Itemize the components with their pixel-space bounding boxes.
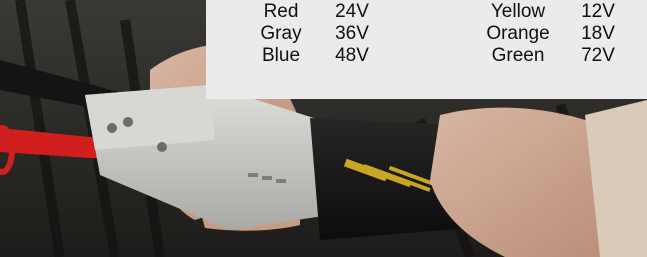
color-cell: Red <box>263 1 299 22</box>
color-cell: Gray <box>260 23 302 44</box>
voltage-cell: 18V <box>581 23 615 44</box>
table-row: Gray 36V Orange 18V <box>206 23 647 45</box>
color-cell: Blue <box>261 45 301 66</box>
voltage-cell: 24V <box>335 1 369 22</box>
voltage-color-table: Red 24V Yellow 12V Gray 36V Orange 18V B… <box>206 0 647 99</box>
voltage-cell: 12V <box>581 1 615 22</box>
voltage-cell: 48V <box>335 45 369 66</box>
table-row: Red 24V Yellow 12V <box>206 1 647 23</box>
color-cell: Green <box>491 45 545 66</box>
color-cell: Orange <box>486 23 550 44</box>
color-cell: Yellow <box>490 1 546 22</box>
voltage-cell: 36V <box>335 23 369 44</box>
voltage-cell: 72V <box>581 45 615 66</box>
table-row: Blue 48V Green 72V <box>206 45 647 67</box>
